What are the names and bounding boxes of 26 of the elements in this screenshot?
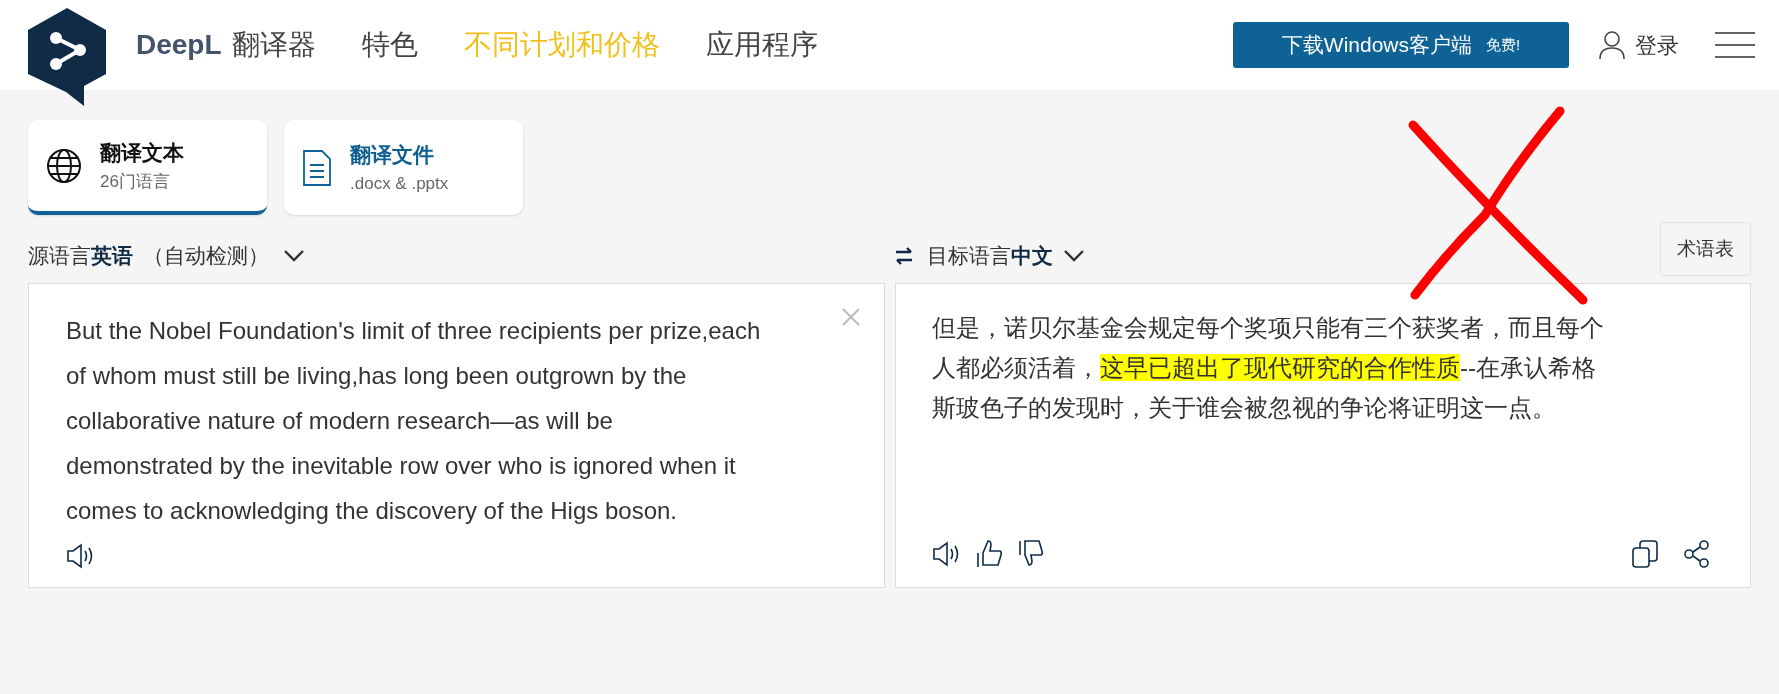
globe-icon — [46, 147, 82, 184]
user-icon[interactable] — [1599, 30, 1625, 60]
mode-tab[interactable]: 翻译文件 .docx & .pptx — [284, 120, 523, 215]
chevron-down-icon[interactable] — [283, 249, 305, 263]
source-text[interactable]: But the Nobel Foundation's limit of three recipients per prize,each of whom must still be living,has long been outgrown by the collaborative nature of modern research—as will be demonstrated by the inevitable row over who is ignored when it comes to acknowledging the discovery of the Higs boson. — [66, 308, 766, 533]
download-button[interactable]: 下载Windows客户端 免费! — [1233, 22, 1569, 68]
translation-text: 但是，诺贝尔基金会规定每个奖项只能有三个获奖者，而且每个人都必须活着，这早已超出了现代研究的合作性质--在承认希格斯玻色子的发现时，关于谁会被忽视的争论将证明这一点。 — [932, 313, 1605, 423]
nav-link[interactable]: 应用程序 — [705, 24, 818, 66]
nav-link[interactable]: 特色 — [361, 24, 418, 66]
share-icon[interactable] — [1684, 540, 1710, 568]
login-link[interactable]: 登录 — [1635, 28, 1679, 62]
mode-tab[interactable]: 翻译文本 26门语言 — [28, 120, 267, 215]
swap-icon[interactable] — [895, 247, 913, 265]
copy-icon[interactable] — [1632, 540, 1658, 568]
chevron-down-icon[interactable] — [1063, 249, 1085, 263]
menu-icon[interactable] — [1715, 31, 1755, 59]
auto-detect-label: （自动检测） — [143, 243, 269, 270]
document-icon — [302, 148, 332, 187]
thumbs-up-icon[interactable] — [976, 539, 1004, 569]
source-language-label[interactable]: 源语言英语 — [28, 240, 133, 272]
target-language-label[interactable]: 目标语言中文 — [927, 240, 1053, 272]
brand-name: DeepL — [136, 28, 222, 62]
product-name: 翻译器 — [231, 28, 316, 62]
logo-icon[interactable] — [28, 8, 106, 106]
glossary-button[interactable]: 术语表 — [1660, 222, 1751, 276]
thumbs-down-icon[interactable] — [1018, 539, 1046, 569]
